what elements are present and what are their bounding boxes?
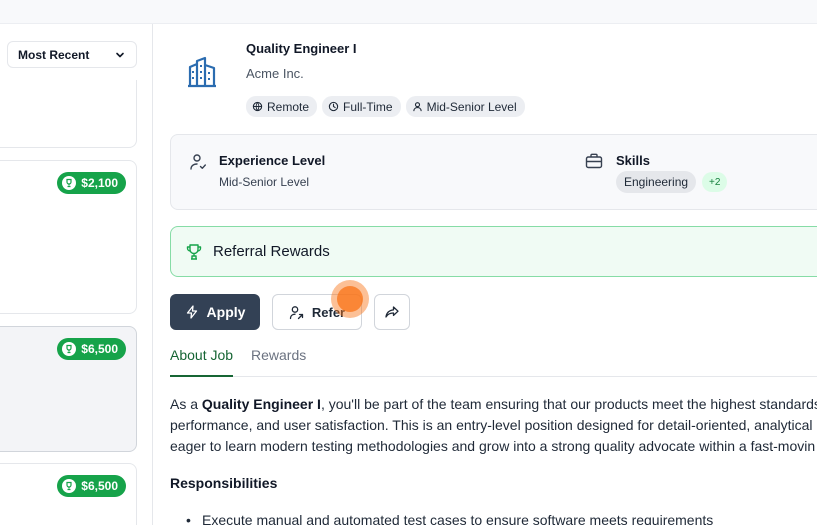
- skills-more-badge[interactable]: +2: [702, 172, 728, 192]
- job-card[interactable]: $6,500: [0, 463, 137, 525]
- share-button[interactable]: [374, 294, 410, 330]
- desc-line2: performance, and user satisfaction. This…: [170, 417, 813, 433]
- reward-badge: $6,500: [57, 338, 126, 360]
- lightning-icon: [186, 305, 197, 319]
- trophy-icon: [62, 176, 77, 190]
- job-card-selected[interactable]: $6,500: [0, 326, 137, 452]
- skill-chip: Engineering: [616, 171, 697, 193]
- tab-about-job[interactable]: About Job: [170, 347, 234, 377]
- sort-select[interactable]: Most Recent: [7, 41, 137, 68]
- share-arrow-icon: [385, 306, 399, 318]
- user-share-icon: [289, 305, 304, 319]
- list-item-text: Execute manual and automated test cases …: [202, 512, 714, 525]
- reward-amount: $2,100: [81, 176, 118, 190]
- reward-badge: $6,500: [57, 475, 126, 497]
- building-icon: [188, 56, 216, 88]
- job-card[interactable]: $2,100: [0, 160, 137, 314]
- tag-full-time: Full-Time: [322, 96, 401, 117]
- company-logo: [176, 48, 228, 96]
- trophy-icon: [62, 342, 77, 356]
- reward-amount: $6,500: [81, 479, 118, 493]
- user-icon: [412, 102, 422, 112]
- list-item: Execute manual and automated test cases …: [186, 512, 714, 525]
- apply-label: Apply: [206, 304, 246, 320]
- responsibilities-heading: Responsibilities: [170, 475, 278, 491]
- job-info-box: Experience Level Mid-Senior Level Skills…: [170, 134, 817, 210]
- referral-rewards-title: Referral Rewards: [213, 243, 330, 260]
- job-tabs: About Job Rewards: [170, 345, 817, 377]
- user-check-icon: [190, 154, 206, 170]
- job-tags: Remote Full-Time Mid-Senior Level: [246, 96, 525, 117]
- company-name: Acme Inc.: [246, 66, 304, 81]
- tag-label: Remote: [267, 99, 310, 114]
- chevron-down-icon: [116, 52, 124, 57]
- trophy-icon: [62, 479, 77, 493]
- top-bar: [0, 0, 817, 24]
- job-title: Quality Engineer I: [246, 41, 357, 56]
- briefcase-icon: [585, 153, 603, 169]
- experience-label: Experience Level: [219, 153, 326, 168]
- tag-label: Mid-Senior Level: [426, 99, 517, 114]
- desc-line1: , you'll be part of the team ensuring th…: [320, 396, 817, 412]
- tag-remote: Remote: [246, 96, 318, 117]
- desc-role: Quality Engineer I: [201, 396, 321, 412]
- tag-level: Mid-Senior Level: [405, 96, 525, 117]
- tab-rewards[interactable]: Rewards: [251, 347, 306, 363]
- clock-icon: [328, 101, 339, 112]
- trophy-icon: [186, 243, 202, 260]
- reward-amount: $6,500: [81, 342, 118, 356]
- sort-select-value: Most Recent: [18, 47, 90, 62]
- cursor-indicator: [331, 280, 369, 318]
- apply-button[interactable]: Apply: [170, 294, 260, 330]
- job-description: As a Quality Engineer I, you'll be part …: [170, 394, 817, 457]
- tag-label: Full-Time: [343, 99, 393, 114]
- desc-intro: As a: [170, 396, 202, 412]
- job-card[interactable]: [0, 80, 137, 148]
- skills-label: Skills: [616, 153, 650, 168]
- referral-rewards-section[interactable]: Referral Rewards: [170, 226, 817, 277]
- globe-icon: [252, 101, 263, 112]
- desc-line3: eager to learn modern testing methodolog…: [170, 438, 816, 454]
- reward-badge: $2,100: [57, 172, 126, 194]
- experience-value: Mid-Senior Level: [219, 175, 310, 189]
